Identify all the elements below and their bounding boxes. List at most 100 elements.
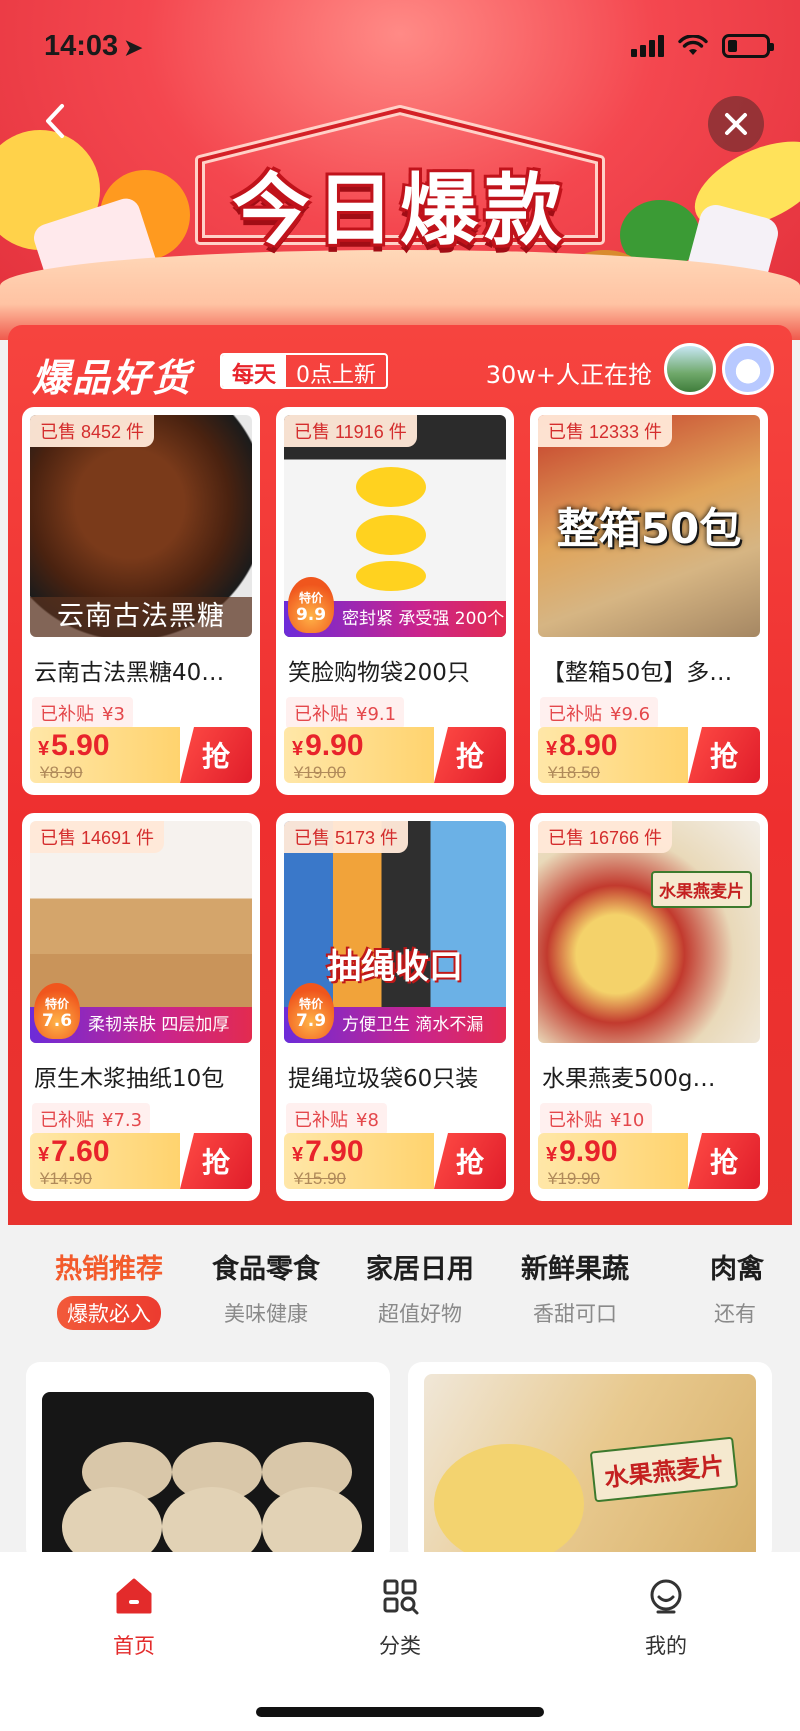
- feed-card[interactable]: 水果燕麦片: [408, 1362, 772, 1562]
- price-area: ¥7.90 ¥15.90: [284, 1133, 434, 1189]
- grab-count-text: 30w+人正在抢: [485, 361, 652, 389]
- product-image: 已售 5173 件 抽绳收口 方便卫生 滴水不漏 特价 7.9: [284, 821, 506, 1043]
- bottom-navigation: 首页 分类 我的: [0, 1552, 800, 1731]
- grab-button[interactable]: 抢: [688, 727, 760, 783]
- home-indicator: [256, 1707, 544, 1717]
- special-price-badge: 特价 9.9: [288, 577, 334, 633]
- image-overlay-text: 整箱50包: [556, 504, 742, 553]
- grab-button[interactable]: 抢: [688, 1133, 760, 1189]
- home-icon: [116, 1578, 152, 1614]
- feed-image: [42, 1392, 374, 1562]
- subsidy-value: ¥8: [356, 1110, 379, 1131]
- buy-bar[interactable]: ¥9.90 ¥19.00 抢: [284, 727, 506, 783]
- package-label: 水果燕麦片: [589, 1436, 739, 1503]
- price-value: 8.90: [559, 729, 618, 762]
- grab-button[interactable]: 抢: [180, 1133, 252, 1189]
- original-price: ¥8.90: [40, 763, 83, 782]
- product-name: 水果燕麦500g…: [542, 1066, 716, 1092]
- panel-header: 爆品好货 每天 0点上新 30w+人正在抢: [24, 339, 776, 400]
- back-chevron-icon[interactable]: [34, 98, 80, 144]
- section-title: 爆品好货: [32, 356, 193, 400]
- nav-category[interactable]: 分类: [340, 1574, 460, 1660]
- grab-button[interactable]: 抢: [434, 1133, 506, 1189]
- price-symbol: ¥: [292, 1144, 304, 1166]
- price-area: ¥9.90 ¥19.90: [538, 1133, 688, 1189]
- product-card[interactable]: 已售 5173 件 抽绳收口 方便卫生 滴水不漏 特价 7.9 提绳垃圾袋60只装…: [276, 813, 514, 1201]
- subsidy-badge: 已补贴 ¥8: [286, 1103, 387, 1135]
- current-price: ¥7.90: [292, 1135, 364, 1169]
- product-name: 原生木浆抽纸10包: [34, 1066, 225, 1092]
- subsidy-label: 已补贴: [294, 704, 348, 725]
- current-price: ¥9.90: [292, 729, 364, 763]
- price-value: 9.90: [305, 729, 364, 762]
- sold-count: 已售 5173 件: [284, 821, 409, 853]
- price-symbol: ¥: [292, 738, 304, 760]
- original-price: ¥19.90: [548, 1169, 600, 1188]
- buy-bar[interactable]: ¥9.90 ¥19.90 抢: [538, 1133, 760, 1189]
- product-card[interactable]: 已售 8452 件 云南古法黑糖 云南古法黑糖40… 已补贴 ¥3 ¥5.90 ¥…: [22, 407, 260, 795]
- tab-subtitle: 还有: [714, 1302, 756, 1326]
- buy-bar[interactable]: ¥7.90 ¥15.90 抢: [284, 1133, 506, 1189]
- badge-label: 特价: [44, 997, 69, 1011]
- daily-new-tag: 每天 0点上新: [220, 353, 389, 389]
- price-value: 7.60: [51, 1135, 110, 1168]
- location-arrow-icon: ➤: [124, 35, 143, 60]
- price-area: ¥5.90 ¥8.90: [30, 727, 180, 783]
- close-button[interactable]: [708, 96, 764, 152]
- badge-label: 特价: [298, 591, 323, 605]
- original-price: ¥19.00: [294, 763, 346, 782]
- buy-bar[interactable]: ¥5.90 ¥8.90 抢: [30, 727, 252, 783]
- cellular-signal-icon: [631, 35, 664, 57]
- nav-label: 分类: [379, 1634, 421, 1658]
- subsidy-value: ¥9.6: [610, 704, 651, 725]
- tab-meat-poultry[interactable]: 肉禽 还有: [710, 1247, 800, 1330]
- image-caption: 云南古法黑糖: [30, 597, 252, 637]
- tab-home-daily[interactable]: 家居日用 超值好物: [345, 1247, 495, 1330]
- special-price-badge: 特价 7.6: [34, 983, 80, 1039]
- feed-card[interactable]: [26, 1362, 390, 1562]
- wifi-icon: [678, 35, 708, 55]
- product-name: 提绳垃圾袋60只装: [288, 1066, 479, 1092]
- subsidy-badge: 已补贴 ¥10: [540, 1103, 653, 1135]
- buy-bar[interactable]: ¥7.60 ¥14.90 抢: [30, 1133, 252, 1189]
- product-card[interactable]: 已售 12333 件 整箱50包 【整箱50包】多… 已补贴 ¥9.6 ¥8.90…: [530, 407, 768, 795]
- tab-fresh-produce[interactable]: 新鲜果蔬 香甜可口: [500, 1247, 650, 1330]
- subsidy-label: 已补贴: [294, 1110, 348, 1131]
- tab-hot-recommend[interactable]: 热销推荐 爆款必入: [34, 1247, 184, 1330]
- tab-title: 新鲜果蔬: [521, 1254, 629, 1285]
- tab-food-snacks[interactable]: 食品零食 美味健康: [191, 1247, 341, 1330]
- sold-count: 已售 11916 件: [284, 415, 417, 447]
- product-card[interactable]: 已售 11916 件 密封紧 承受强 200个 特价 9.9 笑脸购物袋200只 …: [276, 407, 514, 795]
- subsidy-label: 已补贴: [548, 1110, 602, 1131]
- subsidy-value: ¥10: [610, 1110, 645, 1131]
- product-image: 已售 8452 件 云南古法黑糖: [30, 415, 252, 637]
- battery-icon: [722, 34, 774, 58]
- product-image: 已售 14691 件 柔韧亲肤 四层加厚 特价 7.6: [30, 821, 252, 1043]
- grab-button[interactable]: 抢: [180, 727, 252, 783]
- product-card[interactable]: 已售 14691 件 柔韧亲肤 四层加厚 特价 7.6 原生木浆抽纸10包 已补贴…: [22, 813, 260, 1201]
- current-price: ¥5.90: [38, 729, 110, 763]
- subsidy-label: 已补贴: [548, 704, 602, 725]
- tab-subtitle: 爆款必入: [57, 1296, 161, 1330]
- category-icon: [383, 1579, 419, 1615]
- page-title: 今日爆款: [231, 166, 568, 256]
- price-symbol: ¥: [38, 1144, 50, 1166]
- buy-bar[interactable]: ¥8.90 ¥18.50 抢: [538, 727, 760, 783]
- nav-profile[interactable]: 我的: [606, 1574, 726, 1660]
- product-grid: 已售 8452 件 云南古法黑糖 云南古法黑糖40… 已补贴 ¥3 ¥5.90 ¥…: [22, 407, 778, 1201]
- product-card[interactable]: 已售 16766 件 水果燕麦片 水果燕麦500g… 已补贴 ¥10 ¥9.90 …: [530, 813, 768, 1201]
- sold-count: 已售 12333 件: [538, 415, 673, 447]
- grab-button[interactable]: 抢: [434, 727, 506, 783]
- status-bar: 14:03 ➤: [0, 0, 800, 90]
- sold-count: 已售 8452 件: [30, 415, 155, 447]
- profile-icon: [650, 1579, 682, 1614]
- current-price: ¥9.90: [546, 1135, 618, 1169]
- badge-price: 7.6: [41, 1011, 73, 1031]
- tab-subtitle: 香甜可口: [533, 1302, 617, 1326]
- feed-image: 水果燕麦片: [424, 1374, 756, 1562]
- tab-title: 家居日用: [366, 1254, 474, 1285]
- original-price: ¥18.50: [548, 763, 600, 782]
- price-value: 5.90: [51, 729, 110, 762]
- current-price: ¥8.90: [546, 729, 618, 763]
- nav-home[interactable]: 首页: [74, 1574, 194, 1660]
